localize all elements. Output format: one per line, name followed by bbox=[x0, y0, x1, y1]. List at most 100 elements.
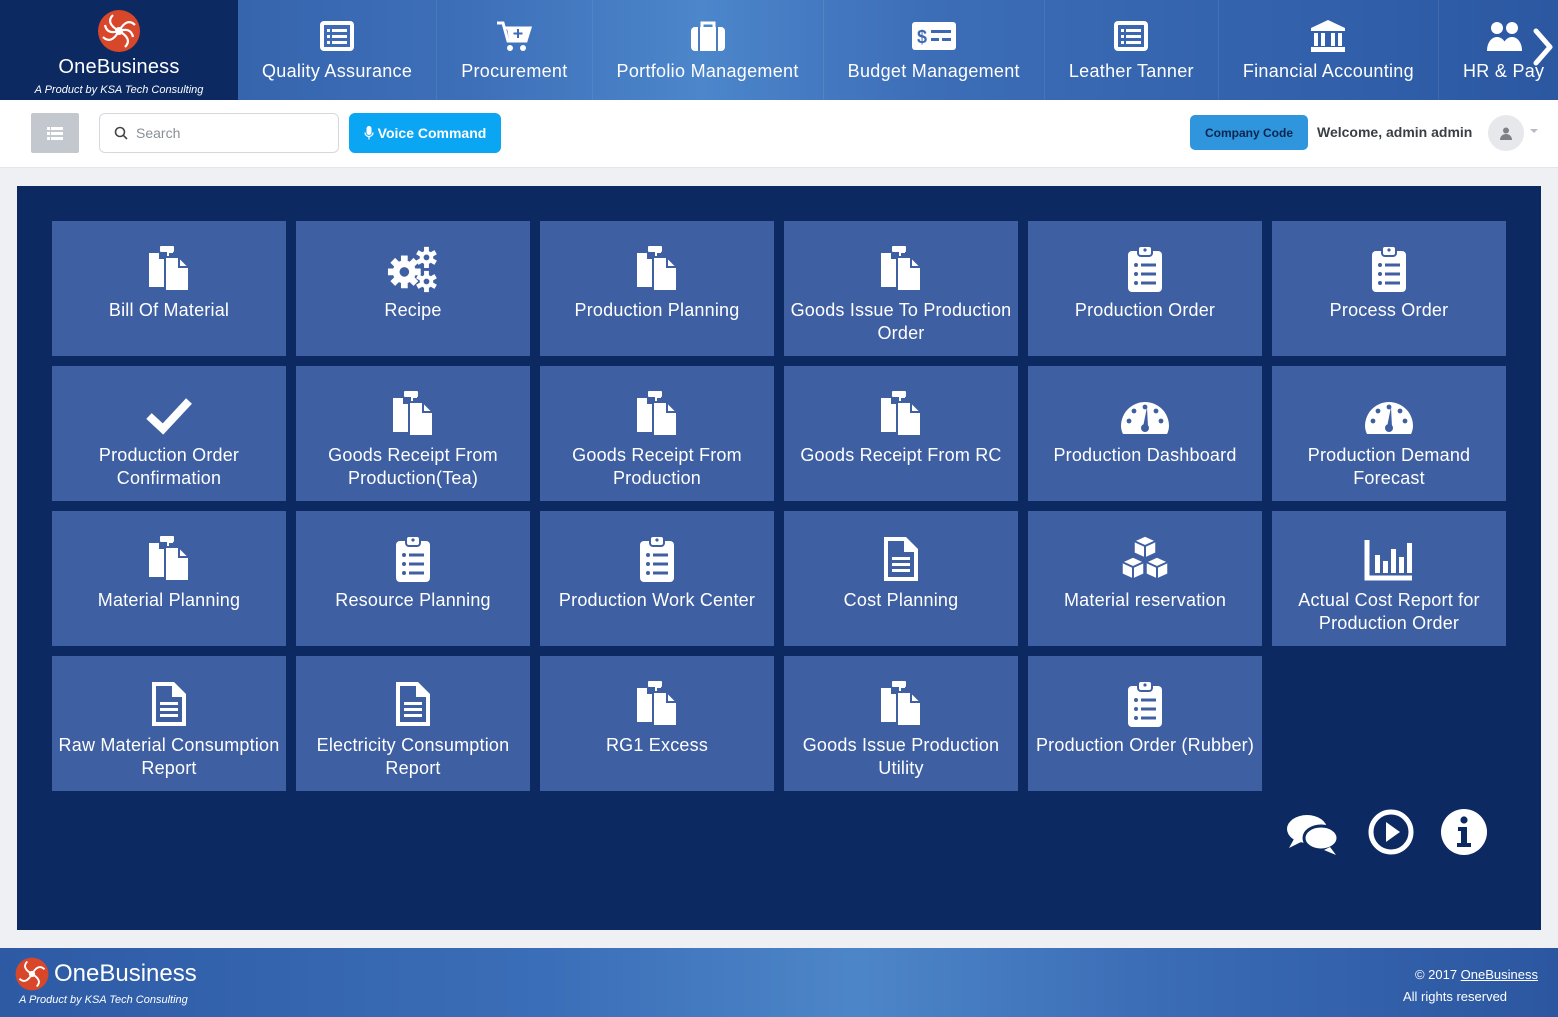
module-tile-label: Bill Of Material bbox=[108, 300, 230, 320]
gauge-icon bbox=[1359, 390, 1419, 438]
nav-label: Financial Accounting bbox=[1242, 60, 1414, 81]
files-icon bbox=[627, 680, 687, 728]
module-tile-label: Production Demand Forecast bbox=[1307, 445, 1471, 488]
file-text-icon bbox=[871, 535, 931, 583]
brand[interactable]: OneBusiness A Product by KSA Tech Consul… bbox=[0, 0, 238, 100]
search-box[interactable] bbox=[99, 113, 339, 153]
bank-icon bbox=[1311, 19, 1346, 52]
brand-tagline: A Product by KSA Tech Consulting bbox=[34, 84, 204, 96]
module-tile[interactable]: Production Work Center bbox=[540, 511, 774, 646]
module-tile[interactable]: RG1 Excess bbox=[540, 656, 774, 791]
module-tile[interactable]: Goods Receipt From Production bbox=[540, 366, 774, 501]
module-tile-label: Resource Planning bbox=[335, 590, 491, 610]
svg-text:$: $ bbox=[917, 27, 927, 47]
module-tile-label: Production Order bbox=[1074, 300, 1216, 320]
user-icon bbox=[1500, 127, 1512, 140]
brand-name: OneBusiness bbox=[58, 56, 180, 78]
cogs-icon bbox=[383, 245, 443, 293]
module-tile[interactable]: Goods Receipt From RC bbox=[784, 366, 1018, 501]
file-text-icon bbox=[383, 680, 443, 728]
files-icon bbox=[627, 245, 687, 293]
spiral-logo-icon bbox=[98, 10, 140, 52]
module-tile[interactable]: Production Dashboard bbox=[1028, 366, 1262, 501]
module-tile[interactable]: Goods Issue Production Utility bbox=[784, 656, 1018, 791]
nav-item-leather-tanner[interactable]: Leather Tanner bbox=[1045, 0, 1219, 100]
list-alt-icon bbox=[320, 20, 355, 51]
clipboard-list-icon bbox=[1115, 245, 1175, 293]
nav-scroll-right[interactable] bbox=[1528, 20, 1558, 74]
module-tile-label: Goods Receipt From Production bbox=[572, 445, 742, 488]
files-icon bbox=[871, 680, 931, 728]
module-tile[interactable]: Goods Issue To Production Order bbox=[784, 221, 1018, 356]
module-tile[interactable]: Electricity Consumption Report bbox=[296, 656, 530, 791]
module-tile-label: Goods Issue Production Utility bbox=[802, 735, 1000, 778]
module-tile-label: Actual Cost Report for Production Order bbox=[1298, 590, 1480, 633]
files-icon bbox=[383, 390, 443, 438]
nav-label: Leather Tanner bbox=[1068, 60, 1194, 81]
nav-item-financial-accounting[interactable]: Financial Accounting bbox=[1219, 0, 1439, 100]
module-tile[interactable]: Production Order Confirmation bbox=[52, 366, 286, 501]
module-tile[interactable]: Cost Planning bbox=[784, 511, 1018, 646]
search-input[interactable] bbox=[136, 125, 326, 141]
nav-item-quality-assurance[interactable]: Quality Assurance bbox=[238, 0, 438, 100]
module-tile[interactable]: Production Order bbox=[1028, 221, 1262, 356]
module-tile-label: Recipe bbox=[384, 300, 442, 320]
module-tile[interactable]: Material Planning bbox=[52, 511, 286, 646]
footer-brand-link[interactable]: OneBusiness bbox=[1461, 967, 1538, 982]
footer: OneBusiness A Product by KSA Tech Consul… bbox=[0, 948, 1558, 1017]
file-text-icon bbox=[139, 680, 199, 728]
module-tile[interactable]: Bill Of Material bbox=[52, 221, 286, 356]
microphone-icon bbox=[364, 126, 374, 140]
spiral-logo-icon bbox=[15, 957, 49, 991]
briefcase-icon bbox=[690, 21, 725, 51]
files-icon bbox=[139, 535, 199, 583]
module-tile-label: Production Work Center bbox=[558, 590, 756, 610]
module-tile[interactable]: Raw Material Consumption Report bbox=[52, 656, 286, 791]
avatar[interactable] bbox=[1488, 115, 1524, 151]
voice-command-button[interactable]: Voice Command bbox=[349, 113, 501, 153]
module-tile-label: Production Planning bbox=[574, 300, 740, 320]
module-panel: Bill Of Material Recipe Production Plannin… bbox=[17, 186, 1541, 930]
users-icon bbox=[1486, 21, 1522, 51]
company-code-button[interactable]: Company Code bbox=[1190, 115, 1308, 150]
files-icon bbox=[871, 390, 931, 438]
module-tile[interactable]: Material reservation bbox=[1028, 511, 1262, 646]
module-tile-label: Material Planning bbox=[97, 590, 241, 610]
module-tile[interactable]: Recipe bbox=[296, 221, 530, 356]
clipboard-list-icon bbox=[383, 535, 443, 583]
info-button[interactable] bbox=[1436, 804, 1492, 860]
chat-button[interactable] bbox=[1285, 806, 1341, 862]
module-tile-label: Raw Material Consumption Report bbox=[58, 735, 280, 778]
nav-item-procurement[interactable]: Procurement bbox=[437, 0, 593, 100]
module-tile-label: Production Dashboard bbox=[1053, 445, 1237, 465]
welcome-text: Welcome, admin admin bbox=[1317, 124, 1473, 140]
bar-chart-icon bbox=[1359, 535, 1419, 583]
sidebar-toggle-button[interactable] bbox=[31, 113, 79, 153]
nav-label: Budget Management bbox=[847, 60, 1020, 81]
module-tile[interactable]: Goods Receipt From Production(Tea) bbox=[296, 366, 530, 501]
nav-item-budget-management[interactable]: $ Budget Management bbox=[824, 0, 1045, 100]
cart-plus-icon bbox=[497, 21, 533, 51]
module-tile[interactable]: Production Order (Rubber) bbox=[1028, 656, 1262, 791]
chevron-right-icon bbox=[1533, 28, 1553, 66]
module-tile-label: Electricity Consumption Report bbox=[316, 735, 510, 778]
module-tile[interactable]: Process Order bbox=[1272, 221, 1506, 356]
module-tile[interactable]: Resource Planning bbox=[296, 511, 530, 646]
play-button[interactable] bbox=[1363, 804, 1419, 860]
gauge-icon bbox=[1115, 390, 1175, 438]
nav-label: Quality Assurance bbox=[262, 60, 413, 81]
module-tile[interactable]: Production Planning bbox=[540, 221, 774, 356]
play-circle-icon bbox=[1368, 809, 1414, 855]
module-tile[interactable]: Actual Cost Report for Production Order bbox=[1272, 511, 1506, 646]
files-icon bbox=[139, 245, 199, 293]
footer-tagline: A Product by KSA Tech Consulting bbox=[19, 994, 188, 1006]
chevron-down-icon[interactable] bbox=[1530, 129, 1538, 133]
module-tile-label: Material reservation bbox=[1063, 590, 1227, 610]
nav-item-portfolio-management[interactable]: Portfolio Management bbox=[593, 0, 824, 100]
footer-brand-name: OneBusiness bbox=[54, 960, 197, 987]
module-tile-label: Goods Receipt From Production(Tea) bbox=[328, 445, 498, 488]
list-icon bbox=[47, 126, 63, 140]
module-tile-label: Goods Issue To Production Order bbox=[790, 300, 1012, 343]
module-tile[interactable]: Production Demand Forecast bbox=[1272, 366, 1506, 501]
footer-rights: All rights reserved bbox=[1403, 989, 1508, 1004]
